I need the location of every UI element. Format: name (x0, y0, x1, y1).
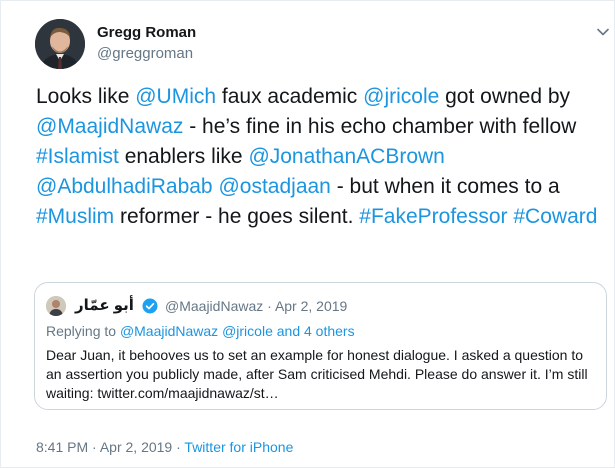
quoted-date: Apr 2, 2019 (274, 298, 348, 314)
quoted-separator: · (267, 298, 272, 314)
mention-link[interactable]: @MaajidNawaz (36, 115, 183, 138)
mention-link[interactable]: @AbdulhadiRabab (36, 175, 213, 198)
replying-to: Replying to @MaajidNawaz @jricole and 4 … (46, 323, 355, 339)
tweet-footer: 8:41 PM · Apr 2, 2019 · Twitter for iPho… (36, 439, 293, 455)
quoted-avatar (46, 296, 66, 316)
quoted-tweet[interactable]: أبو عمّار @MaajidNawaz · Apr 2, 2019 Rep… (34, 282, 607, 410)
tweet-text-segment: enablers like (118, 145, 249, 168)
hashtag-link[interactable]: #FakeProfessor (359, 205, 507, 228)
tweet-time[interactable]: 8:41 PM (36, 439, 88, 455)
quoted-handle: @MaajidNawaz (165, 298, 264, 314)
hashtag-link[interactable]: #Coward (513, 205, 597, 228)
quoted-body: Dear Juan, it behooves us to set an exam… (46, 347, 588, 401)
author-name[interactable]: Gregg Roman (97, 24, 196, 41)
quoted-author-name: أبو عمّار (75, 297, 134, 314)
replying-users[interactable]: @MaajidNawaz @jricole (120, 323, 273, 339)
author-handle[interactable]: @greggroman (97, 45, 193, 62)
tweet-text-segment: faux academic (216, 85, 364, 108)
verified-badge-icon (142, 298, 158, 314)
replying-prefix: Replying to (46, 323, 120, 339)
mention-link[interactable]: @JonathanACBrown (248, 145, 444, 168)
tweet-card: Gregg Roman @greggroman Looks like @UMic… (0, 0, 615, 468)
author-avatar[interactable] (35, 19, 85, 69)
tweet-text-segment: - but when it comes to a (330, 175, 560, 198)
hashtag-link[interactable]: #Islamist (36, 145, 119, 168)
footer-separator: · (92, 439, 97, 455)
tweet-text-segment: got owned by (439, 85, 571, 108)
tweet-text-segment: Looks like (36, 85, 136, 108)
tweet-text-segment: reformer - he goes silent. (114, 205, 360, 228)
chevron-down-icon[interactable] (594, 23, 612, 41)
mention-link[interactable]: @jricole (363, 85, 439, 108)
hashtag-link[interactable]: #Muslim (36, 205, 114, 228)
replying-others[interactable]: and 4 others (273, 323, 355, 339)
footer-separator-2: · (176, 439, 181, 455)
mention-link[interactable]: @UMich (135, 85, 216, 108)
quoted-meta: @MaajidNawaz · Apr 2, 2019 (165, 298, 347, 314)
mention-link[interactable]: @ostadjaan (218, 175, 330, 198)
tweet-text-segment: - he’s fine in his echo chamber with fel… (183, 115, 577, 138)
tweet-text: Looks like @UMich faux academic @jricole… (36, 82, 610, 232)
tweet-source[interactable]: Twitter for iPhone (184, 439, 293, 455)
tweet-date[interactable]: Apr 2, 2019 (100, 439, 172, 455)
author-avatar-image (35, 19, 85, 69)
